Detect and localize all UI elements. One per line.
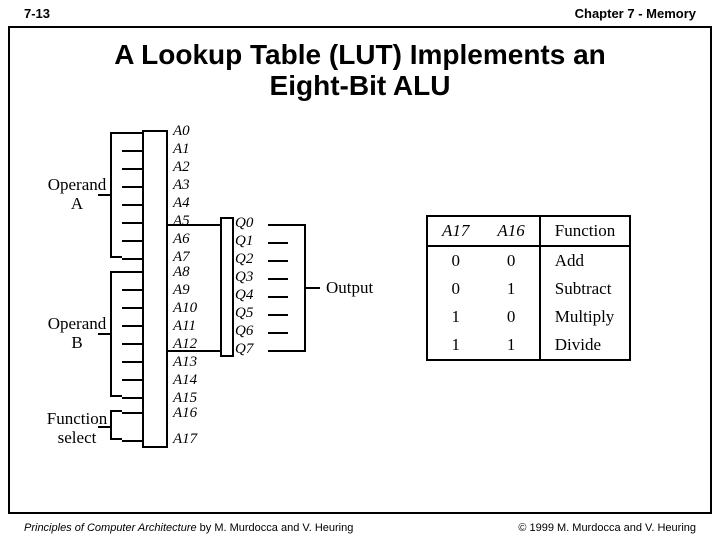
label-a3: A3 (173, 177, 190, 194)
output-bracket (288, 224, 306, 352)
ftable-c-3-1: 1 (483, 331, 539, 360)
wire-q3 (268, 278, 288, 280)
label-q5: Q5 (235, 305, 253, 322)
label-a9: A9 (173, 282, 190, 299)
ftable-c-3-0: 1 (427, 331, 483, 360)
footer-copyright: © 1999 M. Murdocca and V. Heuring (518, 522, 696, 534)
wire-q7 (268, 350, 288, 352)
function-table: A17 A16 Function 0 0 Add 0 1 Subtract 1 … (426, 215, 631, 361)
wire-a8 (122, 271, 142, 273)
wire-a6 (122, 240, 142, 242)
wire-a9 (122, 289, 142, 291)
bridge-q0 (168, 224, 220, 226)
wire-a10 (122, 307, 142, 309)
function-select-bracket (110, 410, 122, 440)
title-line-1: A Lookup Table (LUT) Implements an (114, 39, 606, 70)
title-line-2: Eight-Bit ALU (270, 70, 451, 101)
bridge-q7 (168, 350, 220, 352)
wire-a3 (122, 186, 142, 188)
ftable-c-1-0: 0 (427, 275, 483, 303)
ftable-c-0-2: Add (540, 246, 630, 275)
rom-box (142, 130, 168, 448)
ftable-c-2-1: 0 (483, 303, 539, 331)
operand-b-bracket (110, 271, 122, 397)
label-a1: A1 (173, 141, 190, 158)
output-stub (306, 287, 320, 289)
ftable-c-3-2: Divide (540, 331, 630, 360)
label-a2: A2 (173, 159, 190, 176)
wire-a1 (122, 150, 142, 152)
label-a0: A0 (173, 123, 190, 140)
ftable-row-1: 0 1 Subtract (427, 275, 630, 303)
wire-a17 (122, 440, 142, 442)
wire-q2 (268, 260, 288, 262)
wire-q6 (268, 332, 288, 334)
label-a13: A13 (173, 354, 197, 371)
wire-a14 (122, 379, 142, 381)
label-a10: A10 (173, 300, 197, 317)
chapter-label: Chapter 7 - Memory (575, 6, 696, 21)
ftable-c-1-1: 1 (483, 275, 539, 303)
wire-a4 (122, 204, 142, 206)
ftable-c-1-2: Subtract (540, 275, 630, 303)
label-q1: Q1 (235, 233, 253, 250)
ftable-c-2-2: Multiply (540, 303, 630, 331)
wire-a11 (122, 325, 142, 327)
wire-q4 (268, 296, 288, 298)
wire-q5 (268, 314, 288, 316)
label-a5: A5 (173, 213, 190, 230)
page-number: 7-13 (24, 6, 50, 21)
operand-a-stub (98, 194, 110, 196)
label-q6: Q6 (235, 323, 253, 340)
wire-a13 (122, 361, 142, 363)
label-q0: Q0 (235, 215, 253, 232)
ftable-c-0-0: 0 (427, 246, 483, 275)
footer-authors: by M. Murdocca and V. Heuring (197, 522, 354, 534)
wire-a16 (122, 412, 142, 414)
ftable-row-0: 0 0 Add (427, 246, 630, 275)
ftable-c-2-0: 1 (427, 303, 483, 331)
label-q2: Q2 (235, 251, 253, 268)
label-q7: Q7 (235, 341, 253, 358)
function-select-label: Function select (42, 410, 112, 447)
ftable-row-2: 1 0 Multiply (427, 303, 630, 331)
wire-a12 (122, 343, 142, 345)
footer-citation: Principles of Computer Architecture by M… (24, 522, 353, 534)
wire-a7 (122, 258, 142, 260)
wire-a15 (122, 397, 142, 399)
slide-title: A Lookup Table (LUT) Implements an Eight… (0, 40, 720, 102)
label-a17: A17 (173, 431, 197, 448)
operand-b-stub (98, 333, 110, 335)
output-buffer-box (220, 217, 234, 357)
output-label: Output (326, 278, 373, 298)
ftable-h-a16: A16 (483, 216, 539, 246)
label-a16: A16 (173, 405, 197, 422)
wire-a5 (122, 222, 142, 224)
label-a6: A6 (173, 231, 190, 248)
ftable-row-3: 1 1 Divide (427, 331, 630, 360)
function-select-stub (98, 426, 110, 428)
ftable-h-func: Function (540, 216, 630, 246)
wire-a0 (122, 132, 142, 134)
ftable-h-a17: A17 (427, 216, 483, 246)
label-a4: A4 (173, 195, 190, 212)
label-a11: A11 (173, 318, 196, 335)
label-q4: Q4 (235, 287, 253, 304)
label-a8: A8 (173, 264, 190, 281)
lut-diagram: Operand A Operand B Function select A0 A… (20, 120, 700, 480)
wire-a2 (122, 168, 142, 170)
label-q3: Q3 (235, 269, 253, 286)
ftable-c-0-1: 0 (483, 246, 539, 275)
wire-q1 (268, 242, 288, 244)
wire-q0 (268, 224, 288, 226)
operand-a-bracket (110, 132, 122, 258)
footer-book-title: Principles of Computer Architecture (24, 522, 197, 534)
label-a14: A14 (173, 372, 197, 389)
